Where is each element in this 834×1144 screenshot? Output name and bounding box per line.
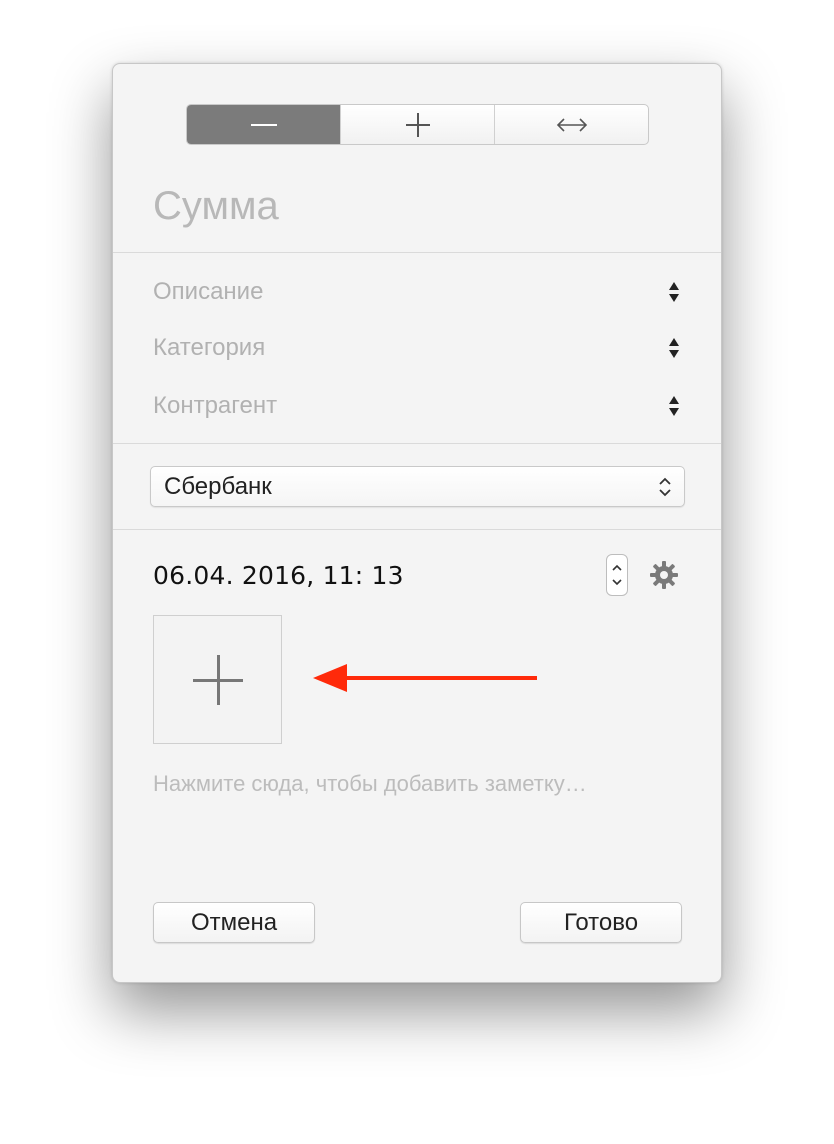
plus-icon — [193, 655, 243, 705]
account-selected-value: Сбербанк — [164, 472, 272, 500]
income-segment[interactable] — [341, 105, 495, 144]
add-transaction-window: Сумма Описание Категория Контрагент Сбер… — [112, 63, 722, 983]
chevron-up-down-icon — [659, 477, 671, 496]
left-right-arrow-icon — [556, 117, 587, 132]
done-button[interactable]: Готово — [520, 902, 682, 943]
plus-icon — [405, 112, 430, 137]
description-label: Описание — [153, 278, 264, 305]
expense-segment[interactable] — [187, 105, 341, 144]
note-field[interactable]: Нажмите сюда, чтобы добавить заметку… — [153, 771, 587, 797]
counterparty-label: Контрагент — [153, 392, 278, 419]
gear-icon[interactable] — [650, 561, 678, 589]
transfer-segment[interactable] — [495, 105, 648, 144]
divider — [113, 529, 721, 530]
account-popup-button[interactable]: Сбербанк — [150, 466, 685, 507]
category-field[interactable]: Категория — [153, 331, 681, 365]
category-label: Категория — [153, 334, 266, 361]
up-down-arrows-icon[interactable] — [667, 282, 681, 302]
date-stepper-icon — [612, 564, 622, 586]
date-stepper[interactable] — [606, 554, 628, 596]
divider — [113, 443, 721, 444]
transaction-type-segmented-control — [186, 104, 649, 145]
minus-icon — [250, 123, 277, 126]
date-time-field[interactable]: 06.04. 2016, 11: 13 — [153, 561, 404, 590]
amount-field[interactable]: Сумма — [153, 184, 279, 229]
cancel-button[interactable]: Отмена — [153, 902, 315, 943]
add-attachment-button[interactable] — [153, 615, 282, 744]
description-field[interactable]: Описание — [153, 275, 681, 309]
up-down-arrows-icon[interactable] — [667, 396, 681, 416]
divider — [113, 252, 721, 253]
counterparty-field[interactable]: Контрагент — [153, 389, 681, 423]
red-arrow-left-icon — [313, 664, 537, 692]
up-down-arrows-icon[interactable] — [667, 338, 681, 358]
